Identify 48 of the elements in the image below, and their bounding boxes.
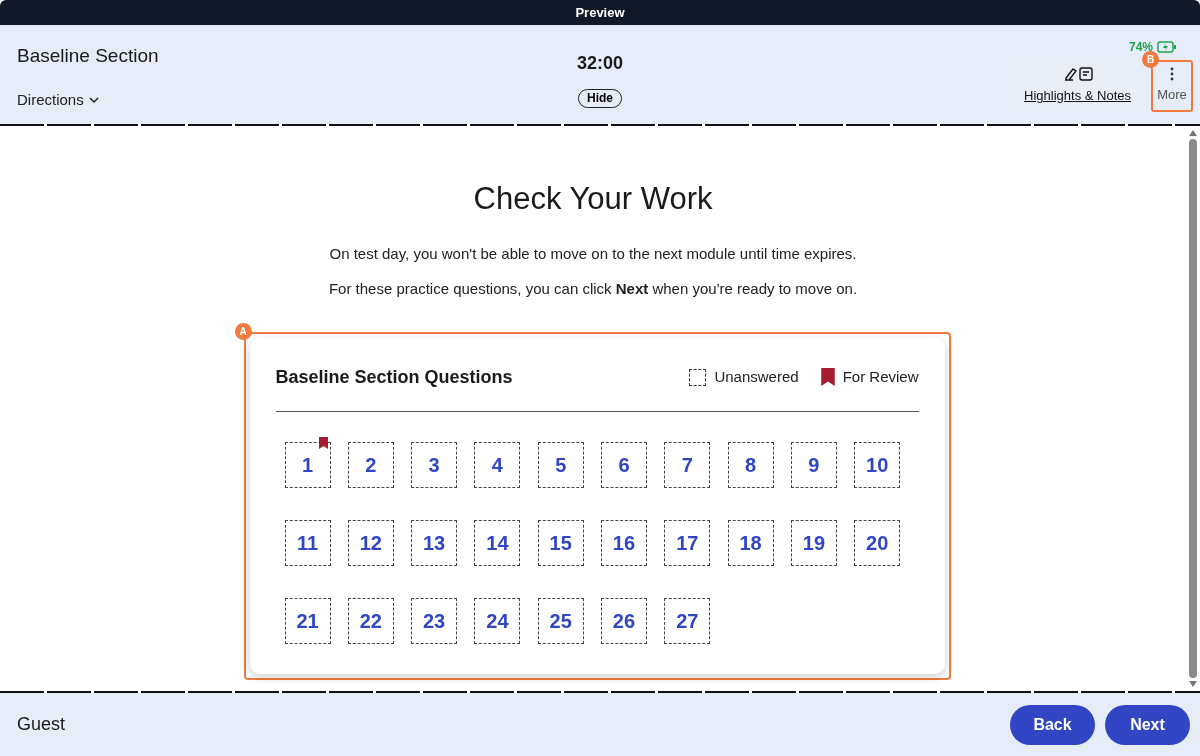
question-number-button[interactable]: 21: [284, 597, 331, 644]
question-number-button[interactable]: 11: [284, 519, 331, 566]
question-number-button[interactable]: 16: [601, 519, 647, 566]
preview-label: Preview: [575, 3, 625, 22]
question-number-button[interactable]: 7: [664, 441, 711, 488]
nav-button[interactable]: Next: [1105, 704, 1190, 745]
instruction-text: On test day, you won't be able to move on to the next module until time expires.: [329, 243, 857, 264]
question-number-button[interactable]: 2: [347, 441, 394, 488]
dashed-square-icon: [689, 368, 707, 386]
question-number-button[interactable]: 14: [474, 519, 521, 566]
question-number-button[interactable]: 20: [854, 519, 901, 566]
question-number-button[interactable]: 26: [601, 597, 647, 644]
bookmark-icon: [820, 368, 835, 386]
question-number-button[interactable]: 10: [854, 441, 901, 488]
question-number-button[interactable]: 25: [537, 597, 584, 644]
page-heading: Check Your Work: [473, 180, 713, 218]
directions-dropdown[interactable]: Directions: [17, 88, 100, 111]
question-number-button[interactable]: 5: [537, 441, 584, 488]
question-number-button[interactable]: 17: [664, 519, 711, 566]
question-number-button[interactable]: 22: [347, 597, 394, 644]
question-number-button[interactable]: 19: [790, 519, 837, 566]
question-number-button[interactable]: 9: [790, 441, 837, 488]
more-vertical-icon: [1170, 67, 1174, 82]
question-number-button[interactable]: 8: [727, 441, 774, 488]
question-number-button[interactable]: 13: [411, 519, 458, 566]
battery-charging-icon: [1157, 41, 1177, 53]
legend-label: Unanswered: [714, 366, 799, 387]
callout-marker: A: [234, 322, 252, 340]
question-number-button[interactable]: 3: [411, 441, 458, 488]
nav-button[interactable]: Back: [1010, 704, 1095, 745]
question-number-button[interactable]: 23: [411, 597, 458, 644]
section-title: Baseline Section: [17, 44, 160, 68]
scroll-up-arrow-icon[interactable]: [1189, 130, 1197, 136]
callout-marker: B: [1142, 51, 1159, 68]
card-title: Baseline Section Questions: [275, 365, 513, 389]
question-number-button[interactable]: 27: [664, 597, 711, 644]
question-number-button[interactable]: 24: [474, 597, 521, 644]
question-number-button[interactable]: 4: [474, 441, 521, 488]
question-number-button[interactable]: 12: [347, 519, 394, 566]
user-name: Guest: [17, 713, 66, 736]
question-number-button[interactable]: 18: [727, 519, 774, 566]
scroll-down-arrow-icon[interactable]: [1189, 681, 1197, 687]
instruction-text: For these practice questions, you can click Next when you're ready to move on.: [328, 279, 858, 299]
question-number-button[interactable]: 15: [537, 519, 584, 566]
timer: 32:00: [577, 51, 624, 75]
question-number-button[interactable]: 6: [601, 441, 647, 488]
scrollbar-thumb[interactable]: [1189, 139, 1197, 678]
legend-label: For Review: [842, 366, 919, 387]
